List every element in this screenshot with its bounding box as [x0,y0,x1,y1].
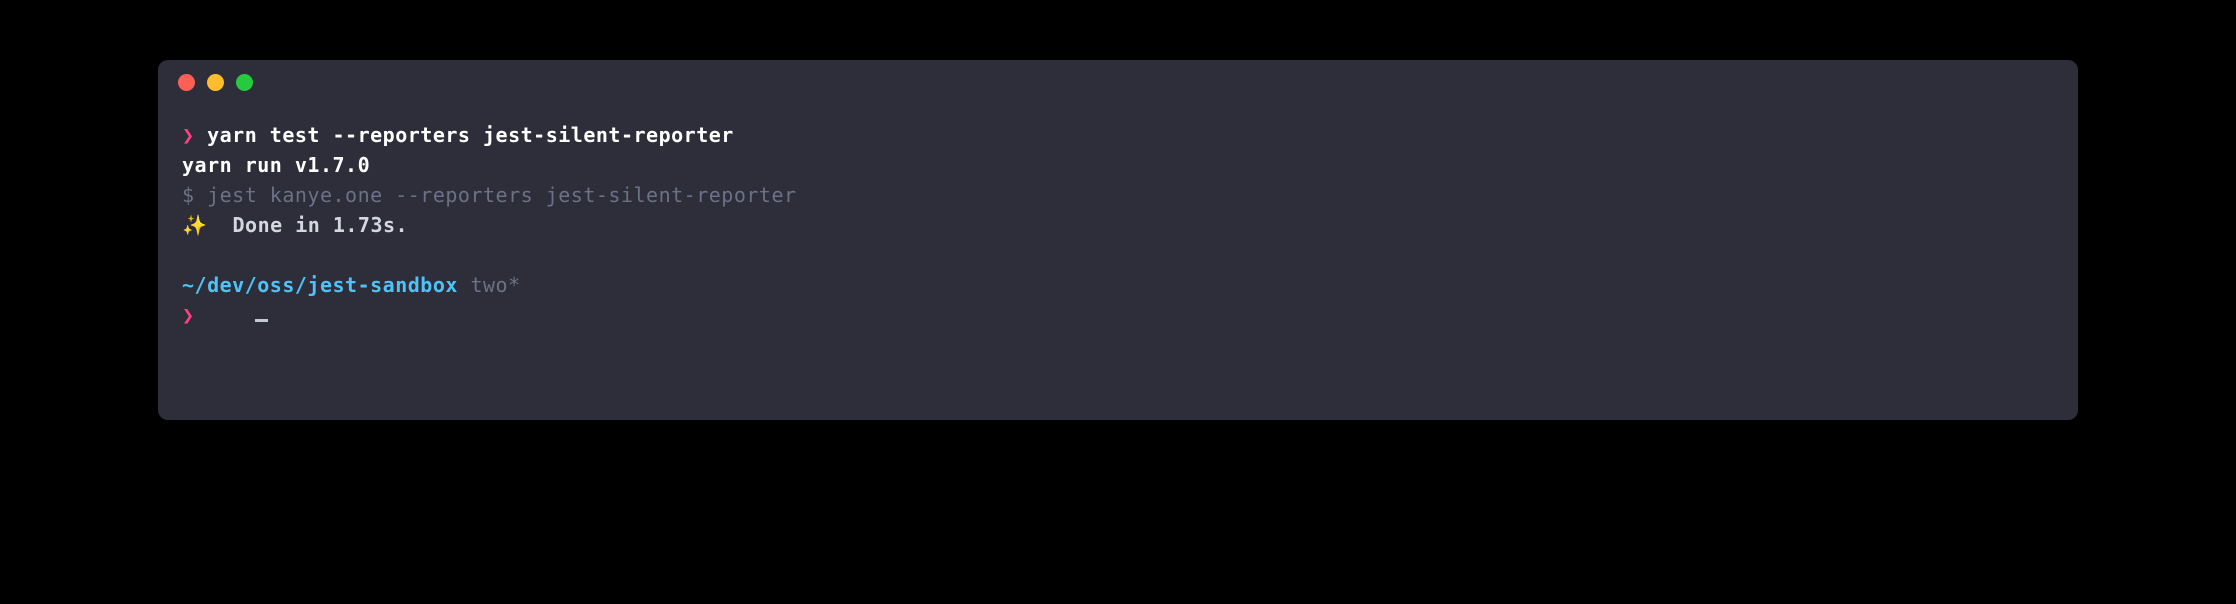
jest-cmd-text: jest kanye.one --reporters jest-silent-r… [207,183,796,207]
jest-cmd-prefix: $ [182,183,207,207]
done-text: Done in 1.73s. [207,213,408,237]
cwd-path: ~/dev/oss/jest-sandbox [182,273,458,297]
command-text: yarn test --reporters jest-silent-report… [207,123,734,147]
prompt-chevron-icon: ❯ [182,123,195,147]
yarn-version-text: yarn run v1.7.0 [182,153,370,177]
jest-command-line: $ jest kanye.one --reporters jest-silent… [182,180,2054,210]
blank-line [182,240,2054,270]
minimize-icon[interactable] [207,74,224,91]
command-text [195,123,208,147]
cursor-icon [255,319,268,322]
titlebar [158,60,2078,104]
cwd-line: ~/dev/oss/jest-sandbox two* [182,270,2054,300]
prompt-line: ❯ [182,300,2054,330]
git-branch: two* [458,273,521,297]
close-icon[interactable] [178,74,195,91]
terminal-body[interactable]: ❯ yarn test --reporters jest-silent-repo… [158,104,2078,370]
yarn-version-line: yarn run v1.7.0 [182,150,2054,180]
prompt-chevron-icon: ❯ [182,303,195,327]
terminal-window: ❯ yarn test --reporters jest-silent-repo… [158,60,2078,420]
done-line: ✨ Done in 1.73s. [182,210,2054,240]
maximize-icon[interactable] [236,74,253,91]
command-line: ❯ yarn test --reporters jest-silent-repo… [182,120,2054,150]
sparkle-icon: ✨ [182,213,207,237]
